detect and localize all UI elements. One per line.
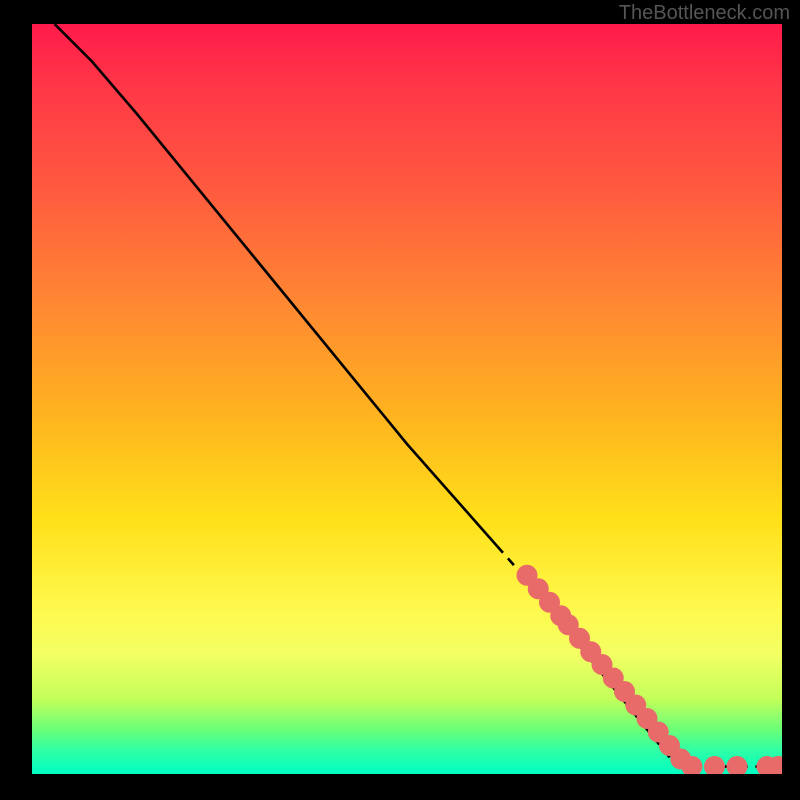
chart-stage: TheBottleneck.com bbox=[0, 0, 800, 800]
plot-area bbox=[32, 24, 782, 774]
marker-dot bbox=[727, 756, 748, 774]
curve-solid bbox=[55, 24, 498, 546]
chart-svg bbox=[32, 24, 782, 774]
marker-dot bbox=[704, 756, 725, 774]
marker-layer bbox=[517, 565, 783, 774]
watermark-text: TheBottleneck.com bbox=[619, 2, 790, 25]
